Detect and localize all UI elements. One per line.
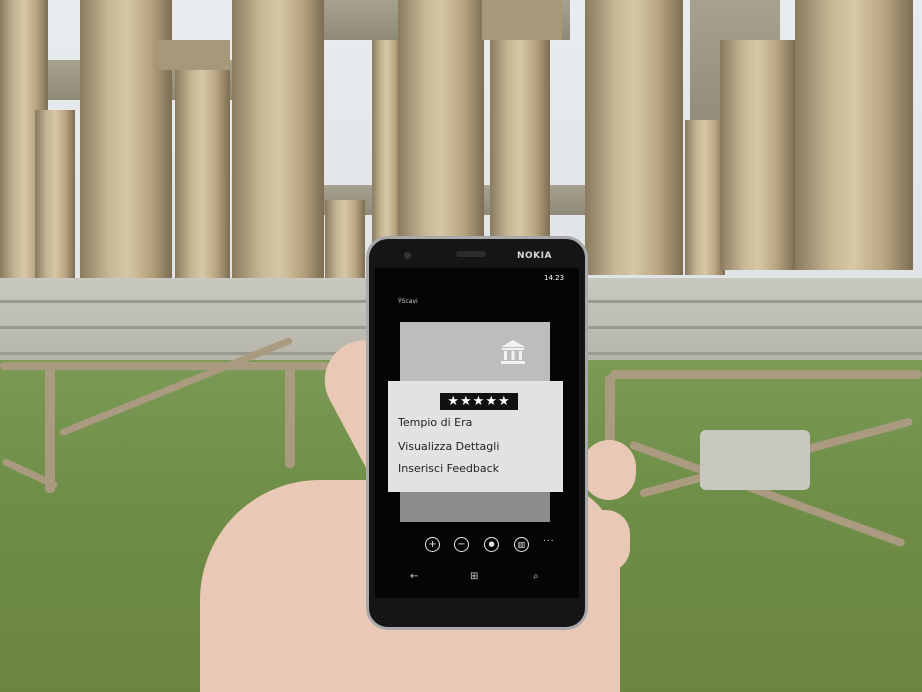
column	[685, 120, 725, 275]
column	[232, 0, 324, 280]
windows-start-icon[interactable]: ⊞	[470, 571, 478, 582]
monument-tile-header	[400, 322, 550, 382]
finger	[582, 440, 636, 500]
column	[325, 200, 365, 280]
record-icon[interactable]: ●	[484, 537, 499, 552]
back-icon[interactable]: ←	[410, 571, 418, 582]
column	[175, 70, 230, 280]
column	[490, 30, 550, 240]
temple-button-icon[interactable]: ▥	[514, 537, 529, 552]
menu-item-monument-name[interactable]: Tempio di Era	[398, 416, 472, 429]
column	[795, 0, 913, 270]
add-icon[interactable]: +	[425, 537, 440, 552]
finger	[582, 510, 630, 572]
earpiece-speaker	[456, 251, 486, 257]
fence-post	[285, 368, 295, 468]
front-camera	[404, 252, 411, 259]
status-time: 14.23	[544, 274, 565, 282]
menu-item-view-details[interactable]: Visualizza Dettagli	[398, 440, 499, 453]
column-capital	[482, 0, 562, 40]
column	[720, 40, 795, 270]
temple-icon	[501, 340, 525, 364]
column	[398, 0, 484, 240]
column	[35, 110, 75, 285]
search-icon[interactable]: ⌕	[533, 571, 539, 582]
fence-rail	[610, 370, 922, 379]
rating-stars: ★★★★★	[440, 393, 518, 410]
stone-block	[700, 430, 810, 490]
app-title: ŸScavi	[398, 298, 418, 305]
column-capital	[158, 40, 230, 70]
fence-post	[45, 368, 55, 493]
column	[585, 0, 683, 275]
brand-logo: NOKIA	[517, 251, 552, 261]
more-dots-icon[interactable]: ...	[543, 534, 555, 544]
remove-icon[interactable]: −	[454, 537, 469, 552]
menu-item-feedback[interactable]: Inserisci Feedback	[398, 462, 499, 475]
